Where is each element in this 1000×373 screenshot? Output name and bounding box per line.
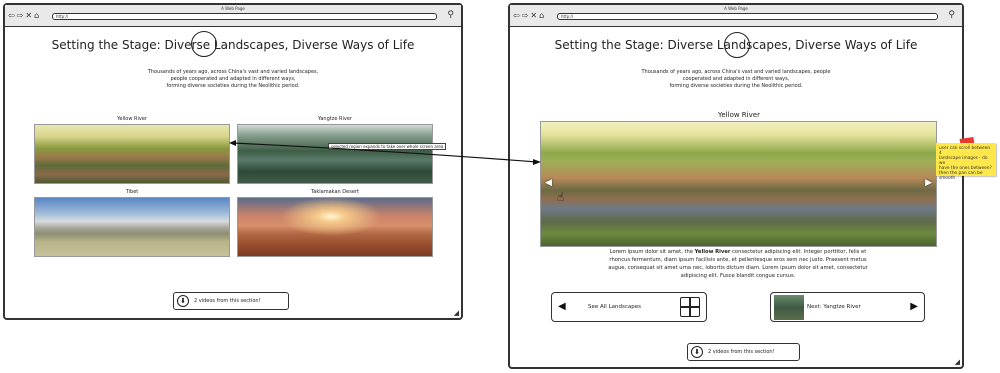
window-title: A Web Page <box>724 6 748 11</box>
description-line: augue, consequat sit amet urna nec, lobo… <box>608 265 868 271</box>
next-thumbnail <box>774 295 804 320</box>
sticky-note-line: landscape images - do we <box>939 156 988 166</box>
tile-label-tibet: Tibet <box>125 189 139 195</box>
carousel-next-icon[interactable]: ▶ <box>925 178 932 188</box>
intro-line: forming diverse societies during the Neo… <box>669 83 803 89</box>
intro-line: cooperated and adapted in different ways… <box>682 76 790 82</box>
browser-window-detail: A Web Page ⇦ ⇨ ✕ ⌂ http:// ⚲ Setting the… <box>508 3 964 369</box>
highlight-circle <box>724 32 750 58</box>
tile-image-yellow-river[interactable] <box>34 124 230 184</box>
resize-grip-icon[interactable]: ◢ <box>955 358 960 366</box>
close-icon[interactable]: ✕ <box>25 12 32 20</box>
videos-label: 2 videos from this section! <box>708 349 775 355</box>
browser-nav: ⇦ ⇨ ✕ ⌂ <box>8 12 39 20</box>
tile-image-yangtze-river[interactable] <box>237 124 433 184</box>
see-all-label: See All Landscapes <box>588 304 641 310</box>
grid-icon <box>680 297 700 317</box>
intro-text: Thousands of years ago, across China's v… <box>510 69 962 90</box>
browser-titlebar: A Web Page ⇦ ⇨ ✕ ⌂ http:// ⚲ <box>5 5 461 27</box>
browser-nav: ⇦ ⇨ ✕ ⌂ <box>513 12 544 20</box>
back-icon[interactable]: ⇦ <box>8 12 15 20</box>
address-bar[interactable]: http:// <box>52 13 437 20</box>
tile-image-taklamakan-desert[interactable] <box>237 197 433 257</box>
description-line: rhoncus fermentum, diam ipsum facilisis … <box>609 257 867 263</box>
tile-label-yangtze-river: Yangtze River <box>318 116 352 122</box>
next-label: Next: Yangtze River <box>807 304 861 310</box>
search-icon[interactable]: ⚲ <box>447 11 454 20</box>
landscape-carousel-image[interactable]: ◀ ▶ ☝ <box>540 121 937 247</box>
next-landscape-button[interactable]: Next: Yangtze River ▶ <box>770 292 925 322</box>
description-line: Lorem ipsum dolor sit amet, the Yellow R… <box>550 248 926 256</box>
back-icon[interactable]: ⇦ <box>513 12 520 20</box>
region-title: Yellow River <box>718 111 760 119</box>
page-title: Setting the Stage: Diverse Landscapes, D… <box>51 38 415 52</box>
home-icon[interactable]: ⌂ <box>34 12 39 20</box>
sticky-note-line: then the pan can be smooth <box>939 171 983 181</box>
resize-grip-icon[interactable]: ◢ <box>454 309 459 317</box>
videos-button[interactable]: ⬇ 2 videos from this section! <box>687 343 800 361</box>
arrow-right-icon: ▶ <box>910 301 918 312</box>
description-text: consectetur adipiscing elit. Integer por… <box>730 249 867 255</box>
tile-label-yellow-river: Yellow River <box>117 116 147 122</box>
annotation-tooltip: selected region expands to take over who… <box>328 143 447 150</box>
sticky-note-line: user can scroll between 4 <box>939 146 991 156</box>
intro-text: Thousands of years ago, across China's v… <box>5 69 461 90</box>
download-icon: ⬇ <box>691 346 703 358</box>
intro-line: Thousands of years ago, across China's v… <box>147 69 319 75</box>
arrow-left-icon: ◀ <box>558 301 566 312</box>
carousel-prev-icon[interactable]: ◀ <box>545 178 552 188</box>
intro-line: people cooperated and adapted in differe… <box>170 76 296 82</box>
description-line: adipiscing elit. Fusce blandit congue cu… <box>680 273 796 279</box>
home-icon[interactable]: ⌂ <box>539 12 544 20</box>
address-bar[interactable]: http:// <box>557 13 938 20</box>
window-title: A Web Page <box>221 6 245 11</box>
browser-window-overview: A Web Page ⇦ ⇨ ✕ ⌂ http:// ⚲ Setting the… <box>3 3 463 320</box>
browser-titlebar: A Web Page ⇦ ⇨ ✕ ⌂ http:// ⚲ <box>510 5 962 27</box>
intro-line: forming diverse societies during the Neo… <box>166 83 300 89</box>
highlight-circle <box>191 31 217 57</box>
forward-icon[interactable]: ⇨ <box>17 12 24 20</box>
videos-label: 2 videos from this section! <box>194 298 261 304</box>
description-bold: Yellow River <box>694 249 731 255</box>
intro-line: Thousands of years ago, across China's v… <box>641 69 831 75</box>
search-icon[interactable]: ⚲ <box>948 11 955 20</box>
forward-icon[interactable]: ⇨ <box>522 12 529 20</box>
hand-cursor-icon: ☝ <box>557 190 565 204</box>
description-text: Lorem ipsum dolor sit amet, the <box>609 249 695 255</box>
tile-label-taklamakan-desert: Taklamakan Desert <box>311 189 359 195</box>
sticky-note: user can scroll between 4 landscape imag… <box>936 143 996 181</box>
see-all-landscapes-button[interactable]: ◀ See All Landscapes <box>551 292 707 322</box>
download-icon: ⬇ <box>177 295 189 307</box>
tile-image-tibet[interactable] <box>34 197 230 257</box>
close-icon[interactable]: ✕ <box>530 12 537 20</box>
videos-button[interactable]: ⬇ 2 videos from this section! <box>173 292 289 310</box>
region-description: Lorem ipsum dolor sit amet, the Yellow R… <box>550 248 926 280</box>
